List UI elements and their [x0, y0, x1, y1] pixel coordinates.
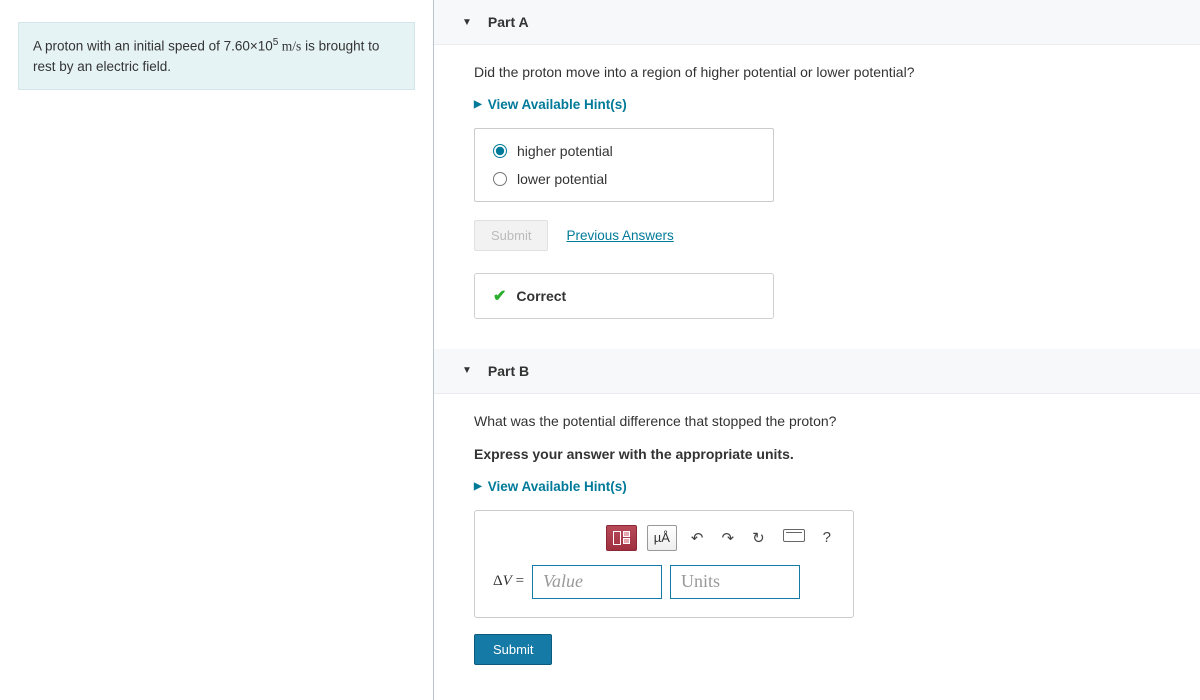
caret-down-icon: ▼: [462, 17, 472, 28]
undo-icon[interactable]: ↶: [687, 525, 708, 551]
part-a-question: Did the proton move into a region of hig…: [474, 63, 1160, 83]
template-button[interactable]: [606, 525, 637, 551]
answer-panel: ▼ Part A Did the proton move into a regi…: [434, 0, 1200, 700]
option-higher-label: higher potential: [517, 143, 613, 159]
feedback-text: Correct: [516, 288, 566, 304]
units-button[interactable]: µÅ: [647, 525, 677, 551]
part-a-submit-button: Submit: [474, 220, 548, 251]
help-button[interactable]: ?: [819, 525, 835, 550]
option-lower-label: lower potential: [517, 171, 607, 187]
problem-statement: A proton with an initial speed of 7.60×1…: [18, 22, 415, 90]
radio-higher[interactable]: [493, 144, 507, 158]
part-b-body: What was the potential difference that s…: [434, 412, 1200, 695]
part-a-header[interactable]: ▼ Part A: [434, 0, 1200, 45]
triangle-right-icon: ▶: [474, 481, 482, 492]
part-a-options: higher potential lower potential: [474, 128, 774, 202]
delta-v-label: ΔV =: [493, 573, 524, 590]
answer-input-row: ΔV =: [493, 565, 835, 599]
part-a-hints-link[interactable]: ▶ View Available Hint(s): [474, 97, 1160, 112]
triangle-right-icon: ▶: [474, 99, 482, 110]
part-b-instruction: Express your answer with the appropriate…: [474, 445, 1160, 465]
hints-label: View Available Hint(s): [488, 479, 627, 494]
previous-answers-link[interactable]: Previous Answers: [566, 228, 673, 243]
keyboard-icon[interactable]: [779, 525, 809, 550]
part-a-feedback: ✔ Correct: [474, 273, 774, 319]
part-a-body: Did the proton move into a region of hig…: [434, 63, 1200, 349]
units-input[interactable]: [670, 565, 800, 599]
part-b-hints-link[interactable]: ▶ View Available Hint(s): [474, 479, 1160, 494]
part-b-header[interactable]: ▼ Part B: [434, 349, 1200, 394]
radio-lower[interactable]: [493, 172, 507, 186]
option-higher[interactable]: higher potential: [493, 143, 755, 159]
part-b-submit-button[interactable]: Submit: [474, 634, 552, 665]
reset-icon[interactable]: ↻: [748, 525, 769, 551]
part-b-title: Part B: [488, 363, 529, 379]
template-icon: [613, 531, 630, 545]
problem-units: m/s: [278, 39, 301, 54]
part-a-submit-row: Submit Previous Answers: [474, 220, 1160, 251]
part-b-question: What was the potential difference that s…: [474, 412, 1160, 432]
hints-label: View Available Hint(s): [488, 97, 627, 112]
option-lower[interactable]: lower potential: [493, 171, 755, 187]
redo-icon[interactable]: ↷: [718, 525, 739, 551]
problem-panel: A proton with an initial speed of 7.60×1…: [0, 0, 434, 700]
check-icon: ✔: [493, 286, 506, 306]
part-a-title: Part A: [488, 14, 529, 30]
answer-toolbar: µÅ ↶ ↷ ↻ ?: [493, 525, 835, 551]
value-input[interactable]: [532, 565, 662, 599]
answer-box: µÅ ↶ ↷ ↻ ? ΔV =: [474, 510, 854, 618]
problem-text-pre: A proton with an initial speed of 7.60×1…: [33, 39, 273, 54]
caret-down-icon: ▼: [462, 365, 472, 376]
